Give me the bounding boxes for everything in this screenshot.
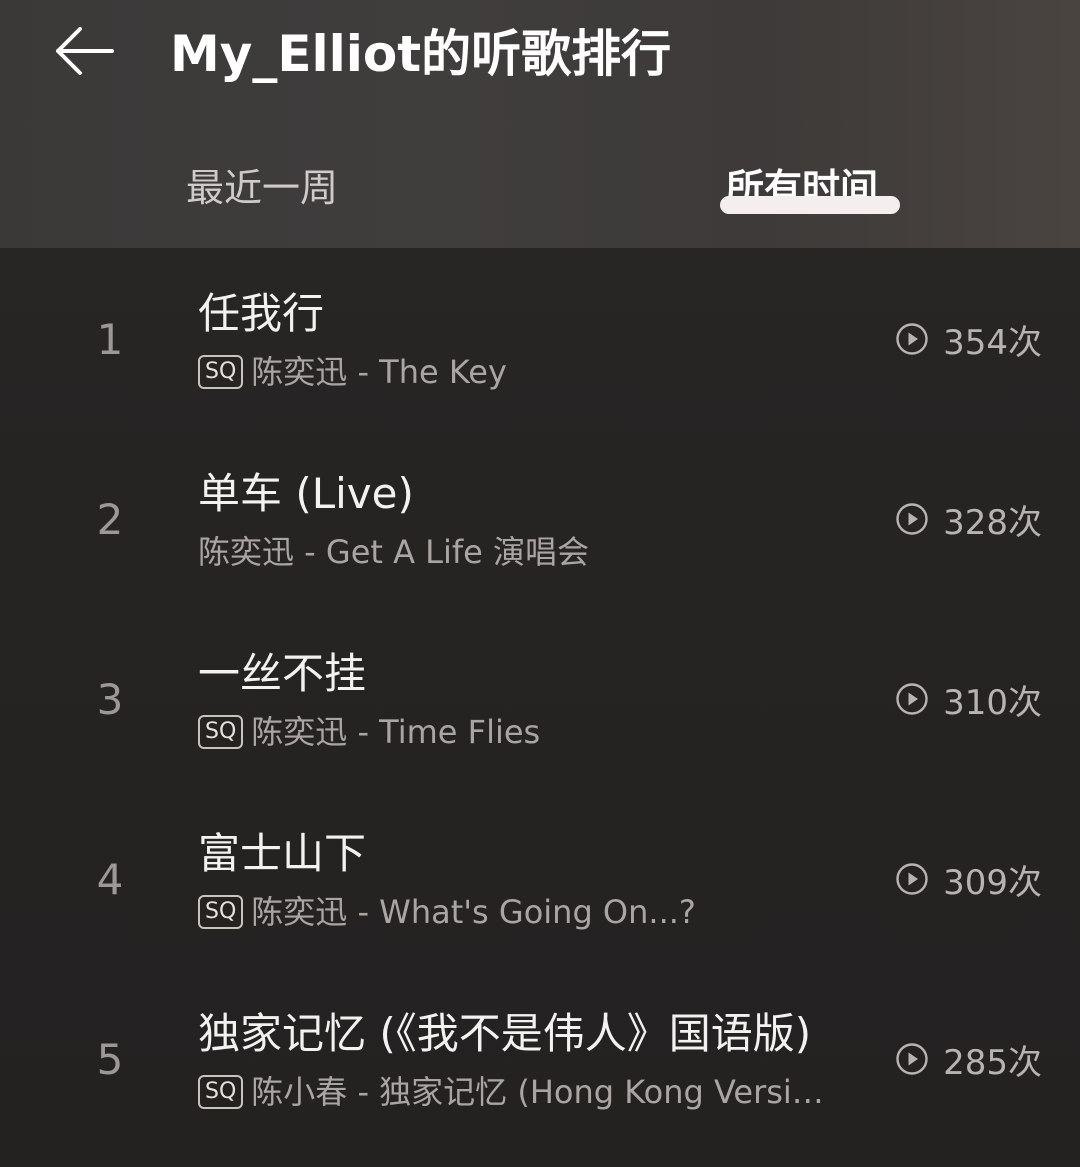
play-count: 354次 (895, 314, 1042, 364)
rank-number: 5 (96, 1035, 124, 1084)
play-circle-icon (896, 683, 928, 715)
sq-badge: SQ (198, 895, 244, 929)
play-count-text: 310次 (943, 682, 1042, 723)
play-count: 328次 (895, 494, 1042, 544)
artist-album: 陈奕迅 - Get A Life 演唱会 (198, 533, 590, 571)
play-circle-icon (896, 1043, 928, 1075)
back-arrow-icon (56, 27, 114, 75)
sq-badge: SQ (198, 355, 244, 389)
tab-recent-week[interactable]: 最近一周 (186, 150, 338, 226)
song-title: 富士山下 (198, 829, 367, 878)
back-button[interactable] (46, 18, 122, 84)
song-row[interactable]: 3 一丝不挂 SQ 陈奕迅 - Time Flies 310次 (0, 612, 1080, 792)
play-circle-icon (896, 863, 928, 895)
song-title: 一丝不挂 (198, 649, 367, 698)
play-count: 285次 (895, 1034, 1042, 1084)
play-circle-icon (896, 323, 928, 355)
play-count-text: 354次 (943, 322, 1042, 363)
tab-all-time[interactable]: 所有时间 (726, 150, 878, 226)
artist-album: 陈奕迅 - What's Going On...? (251, 893, 696, 931)
song-row[interactable]: 2 单车 (Live) 陈奕迅 - Get A Life 演唱会 328次 (0, 432, 1080, 612)
artist-album: 陈奕迅 - Time Flies (251, 713, 541, 751)
song-title: 任我行 (198, 289, 325, 338)
sq-badge: SQ (198, 715, 244, 749)
song-meta: SQ 陈奕迅 - What's Going On...? (198, 890, 696, 934)
tab-bar: 最近一周 所有时间 (0, 150, 1080, 230)
rank-number: 1 (96, 315, 124, 364)
rank-number: 2 (96, 495, 124, 544)
song-meta: SQ 陈奕迅 - The Key (198, 350, 507, 394)
play-count: 310次 (895, 674, 1042, 724)
play-circle-icon (896, 503, 928, 535)
song-title: 单车 (Live) (198, 469, 414, 518)
page-title: My_Elliot的听歌排行 (170, 25, 672, 83)
rank-number: 3 (96, 675, 124, 724)
song-row[interactable]: 4 富士山下 SQ 陈奕迅 - What's Going On...? 309次 (0, 792, 1080, 972)
rank-number: 4 (96, 855, 124, 904)
artist-album: 陈奕迅 - The Key (251, 353, 507, 391)
song-meta: 陈奕迅 - Get A Life 演唱会 (198, 530, 589, 574)
song-title: 独家记忆 (《我不是伟人》国语版) (198, 1009, 812, 1058)
active-tab-indicator (720, 196, 900, 214)
play-count: 309次 (895, 854, 1042, 904)
song-row[interactable]: 1 任我行 SQ 陈奕迅 - The Key 354次 (0, 252, 1080, 432)
play-count-text: 285次 (943, 1042, 1042, 1083)
song-row[interactable]: 5 独家记忆 (《我不是伟人》国语版) SQ 陈小春 - 独家记忆 (Hong … (0, 972, 1080, 1152)
song-meta: SQ 陈奕迅 - Time Flies (198, 710, 540, 754)
song-meta: SQ 陈小春 - 独家记忆 (Hong Kong Versi… (198, 1070, 824, 1114)
sq-badge: SQ (198, 1075, 244, 1109)
play-count-text: 328次 (943, 502, 1042, 543)
play-count-text: 309次 (943, 862, 1042, 903)
header: My_Elliot的听歌排行 最近一周 所有时间 (0, 0, 1080, 248)
app-screen: My_Elliot的听歌排行 最近一周 所有时间 1 任我行 SQ 陈奕迅 - … (0, 0, 1080, 1167)
artist-album: 陈小春 - 独家记忆 (Hong Kong Versi… (251, 1073, 824, 1111)
